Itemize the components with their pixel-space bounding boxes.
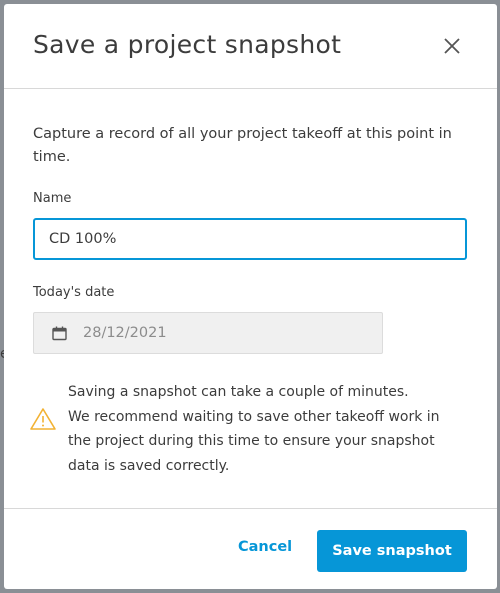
warning-line: data is saved correctly.	[68, 457, 230, 474]
date-label: Today's date	[33, 285, 115, 300]
warning-line: We recommend waiting to save other takeo…	[68, 408, 440, 425]
dialog-header: Save a project snapshot	[4, 4, 497, 89]
save-snapshot-dialog: Save a project snapshot Capture a record…	[4, 4, 497, 589]
dialog-description: Capture a record of all your project tak…	[33, 126, 452, 165]
warning-line: the project during this time to ensure y…	[68, 433, 435, 449]
warning-message: Saving a snapshot can take a couple of m…	[30, 380, 468, 478]
date-field: 28/12/2021	[33, 312, 383, 354]
close-icon	[444, 38, 460, 54]
dialog-body: Capture a record of all your project tak…	[4, 123, 497, 478]
dialog-title: Save a project snapshot	[33, 30, 342, 59]
cancel-button[interactable]: Cancel	[238, 539, 292, 555]
dialog-footer: Cancel Save snapshot	[4, 508, 497, 590]
name-label: Name	[33, 191, 72, 206]
close-button[interactable]	[440, 34, 464, 58]
warning-line: Saving a snapshot can take a couple of m…	[68, 384, 409, 400]
warning-icon	[30, 408, 56, 430]
name-input[interactable]	[33, 218, 467, 260]
calendar-icon	[52, 326, 67, 340]
save-snapshot-button[interactable]: Save snapshot	[317, 530, 467, 572]
date-value: 28/12/2021	[83, 325, 167, 341]
